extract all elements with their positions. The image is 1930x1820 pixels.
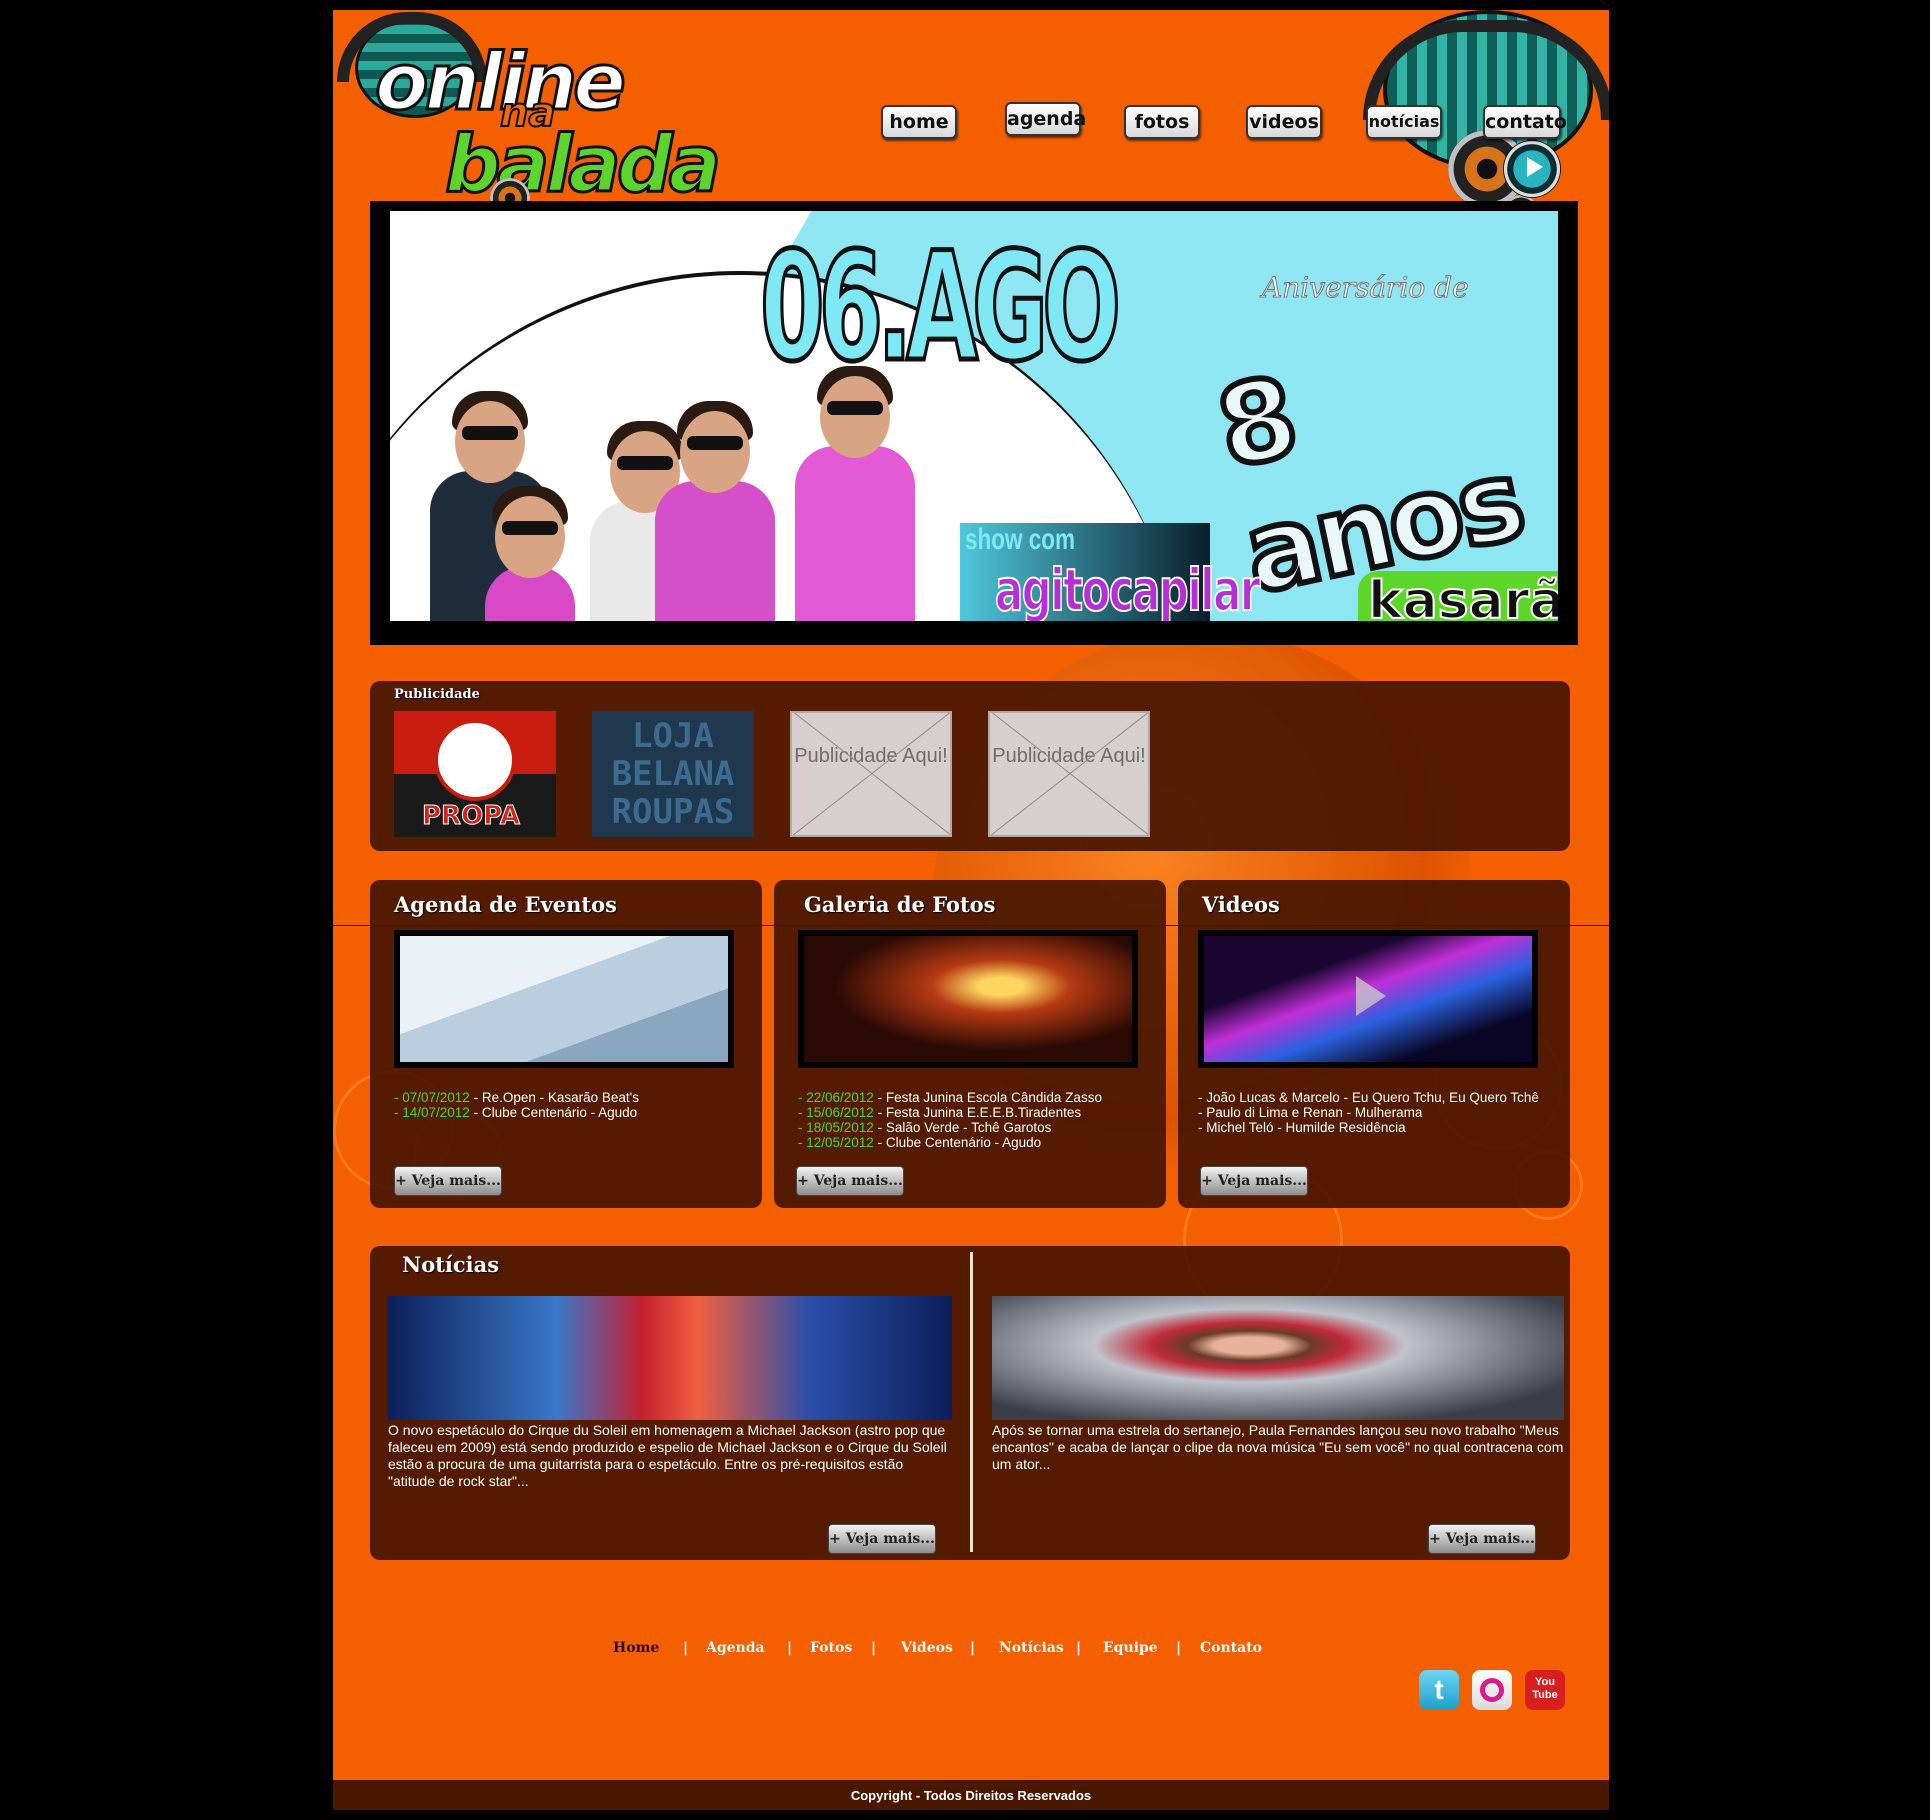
gallery-list: - 22/06/2012 - Festa Junina Escola Cândi… (798, 1090, 1148, 1150)
ad-placeholder[interactable]: Publicidade Aqui! (790, 711, 952, 837)
logo-word-online: online (373, 37, 627, 130)
videos-title: Videos (1202, 892, 1280, 917)
banner-band: agitocapilar (994, 555, 1261, 621)
footer-separator: | (871, 1640, 877, 1656)
footer-separator: | (1176, 1640, 1182, 1656)
news-image (992, 1296, 1564, 1420)
agenda-more-button[interactable]: + Veja mais... (394, 1166, 502, 1196)
news-more-button[interactable]: + Veja mais... (1428, 1524, 1536, 1554)
list-item[interactable]: - 15/06/2012 - Festa Junina E.E.E.B.Tira… (798, 1105, 1148, 1120)
ad-propa[interactable]: PROPA (394, 711, 556, 837)
footer-separator: | (1076, 1640, 1082, 1656)
gallery-panel: Galeria de Fotos - 22/06/2012 - Festa Ju… (774, 880, 1166, 1208)
list-item[interactable]: - 18/05/2012 - Salão Verde - Tchê Garoto… (798, 1120, 1148, 1135)
agenda-title: Agenda de Eventos (394, 892, 617, 917)
play-icon (1356, 976, 1386, 1016)
list-item[interactable]: - João Lucas & Marcelo - Eu Quero Tchu, … (1198, 1090, 1548, 1105)
banner-subtitle: Aniversário de (1262, 271, 1470, 305)
news-text: O novo espetáculo do Cirque du Soleil em… (388, 1422, 947, 1489)
nav-noticias[interactable]: notícias (1366, 105, 1442, 139)
banner-date: 06.AGO (758, 219, 1122, 398)
ad-propa-label: PROPA (422, 801, 521, 832)
footer-link-contato[interactable]: Contato (1200, 1640, 1262, 1656)
videos-more-button[interactable]: + Veja mais... (1200, 1166, 1308, 1196)
calendar-image (400, 936, 728, 1062)
ads-title: Publicidade (394, 687, 480, 702)
ads-panel: Publicidade PROPA LOJA BELANA ROUPAS Pub… (370, 681, 1570, 851)
twitter-icon[interactable]: t (1419, 1670, 1459, 1710)
footer-link-home[interactable]: Home (613, 1640, 659, 1656)
agenda-list: - 07/07/2012 - Re.Open - Kasarão Beat's … (394, 1090, 744, 1120)
nav-fotos[interactable]: fotos (1124, 105, 1200, 139)
copyright-text: Copyright - Todos Direitos Reservados (850, 1788, 1092, 1803)
propa-logo-icon (434, 719, 516, 801)
footer-link-agenda[interactable]: Agenda (706, 1640, 765, 1656)
news-more-button[interactable]: + Veja mais... (828, 1524, 936, 1554)
gallery-thumbnail[interactable] (798, 930, 1138, 1068)
banner-club: kasarão (1358, 570, 1558, 621)
footer-link-fotos[interactable]: Fotos (810, 1640, 852, 1656)
site-logo[interactable]: online na balada (337, 12, 835, 218)
gallery-more-button[interactable]: + Veja mais... (796, 1166, 904, 1196)
footer-separator: | (970, 1640, 976, 1656)
news-item[interactable]: O novo espetáculo do Cirque du Soleil em… (388, 1296, 952, 1490)
news-image (388, 1296, 952, 1420)
videos-thumbnail[interactable] (1198, 930, 1538, 1068)
list-item[interactable]: - 07/07/2012 - Re.Open - Kasarão Beat's (394, 1090, 744, 1105)
band-member (795, 366, 915, 621)
list-item[interactable]: - Paulo di Lima e Renan - Mulherama (1198, 1105, 1548, 1120)
agenda-thumbnail[interactable] (394, 930, 734, 1068)
ad-belana[interactable]: LOJA BELANA ROUPAS (592, 711, 754, 837)
nav-contato[interactable]: contato (1483, 105, 1567, 139)
ad-placeholder[interactable]: Publicidade Aqui! (988, 711, 1150, 837)
page: online na balada home agenda fotos video… (333, 10, 1609, 1810)
banner-show: show com (965, 523, 1076, 556)
event-banner[interactable]: 06.AGO Aniversário de 8 anos show com ag… (370, 201, 1578, 645)
agenda-panel: Agenda de Eventos - 07/07/2012 - Re.Open… (370, 880, 762, 1208)
youtube-icon[interactable]: You Tube (1525, 1670, 1565, 1710)
footer-separator: | (787, 1640, 793, 1656)
band-member (655, 401, 775, 621)
videos-list: - João Lucas & Marcelo - Eu Quero Tchu, … (1198, 1090, 1548, 1135)
banner-image: 06.AGO Aniversário de 8 anos show com ag… (390, 211, 1558, 621)
videos-panel: Videos - João Lucas & Marcelo - Eu Quero… (1178, 880, 1570, 1208)
concert-image (804, 936, 1132, 1062)
news-panel: Notícias O novo espetáculo do Cirque du … (370, 1246, 1570, 1560)
gallery-title: Galeria de Fotos (804, 892, 996, 917)
footer-separator: | (683, 1640, 689, 1656)
orkut-icon[interactable] (1472, 1670, 1512, 1710)
footer-link-noticias[interactable]: Notícias (999, 1640, 1064, 1656)
list-item[interactable]: - 14/07/2012 - Clube Centenário - Agudo (394, 1105, 744, 1120)
video-image (1204, 936, 1532, 1062)
nav-videos[interactable]: videos (1246, 105, 1322, 139)
news-item[interactable]: Após se tornar uma estrela do sertanejo,… (992, 1296, 1564, 1473)
main-nav: home agenda fotos videos notícias contat… (881, 102, 1581, 145)
logo-word-balada: balada (443, 119, 722, 212)
news-text: Após se tornar uma estrela do sertanejo,… (992, 1422, 1564, 1472)
nav-home[interactable]: home (881, 105, 957, 139)
news-title: Notícias (402, 1252, 500, 1277)
nav-agenda[interactable]: agenda (1005, 102, 1086, 136)
list-item[interactable]: - Michel Teló - Humilde Residência (1198, 1120, 1548, 1135)
news-divider (970, 1252, 973, 1552)
footer-link-videos[interactable]: Videos (901, 1640, 953, 1656)
list-item[interactable]: - 12/05/2012 - Clube Centenário - Agudo (798, 1135, 1148, 1150)
copyright-bar: Copyright - Todos Direitos Reservados (333, 1780, 1609, 1810)
footer-nav: Home | Agenda | Fotos | Videos | Notícia… (513, 1640, 1313, 1664)
play-icon (1503, 140, 1561, 198)
footer-link-equipe[interactable]: Equipe (1103, 1640, 1158, 1656)
list-item[interactable]: - 22/06/2012 - Festa Junina Escola Cândi… (798, 1090, 1148, 1105)
